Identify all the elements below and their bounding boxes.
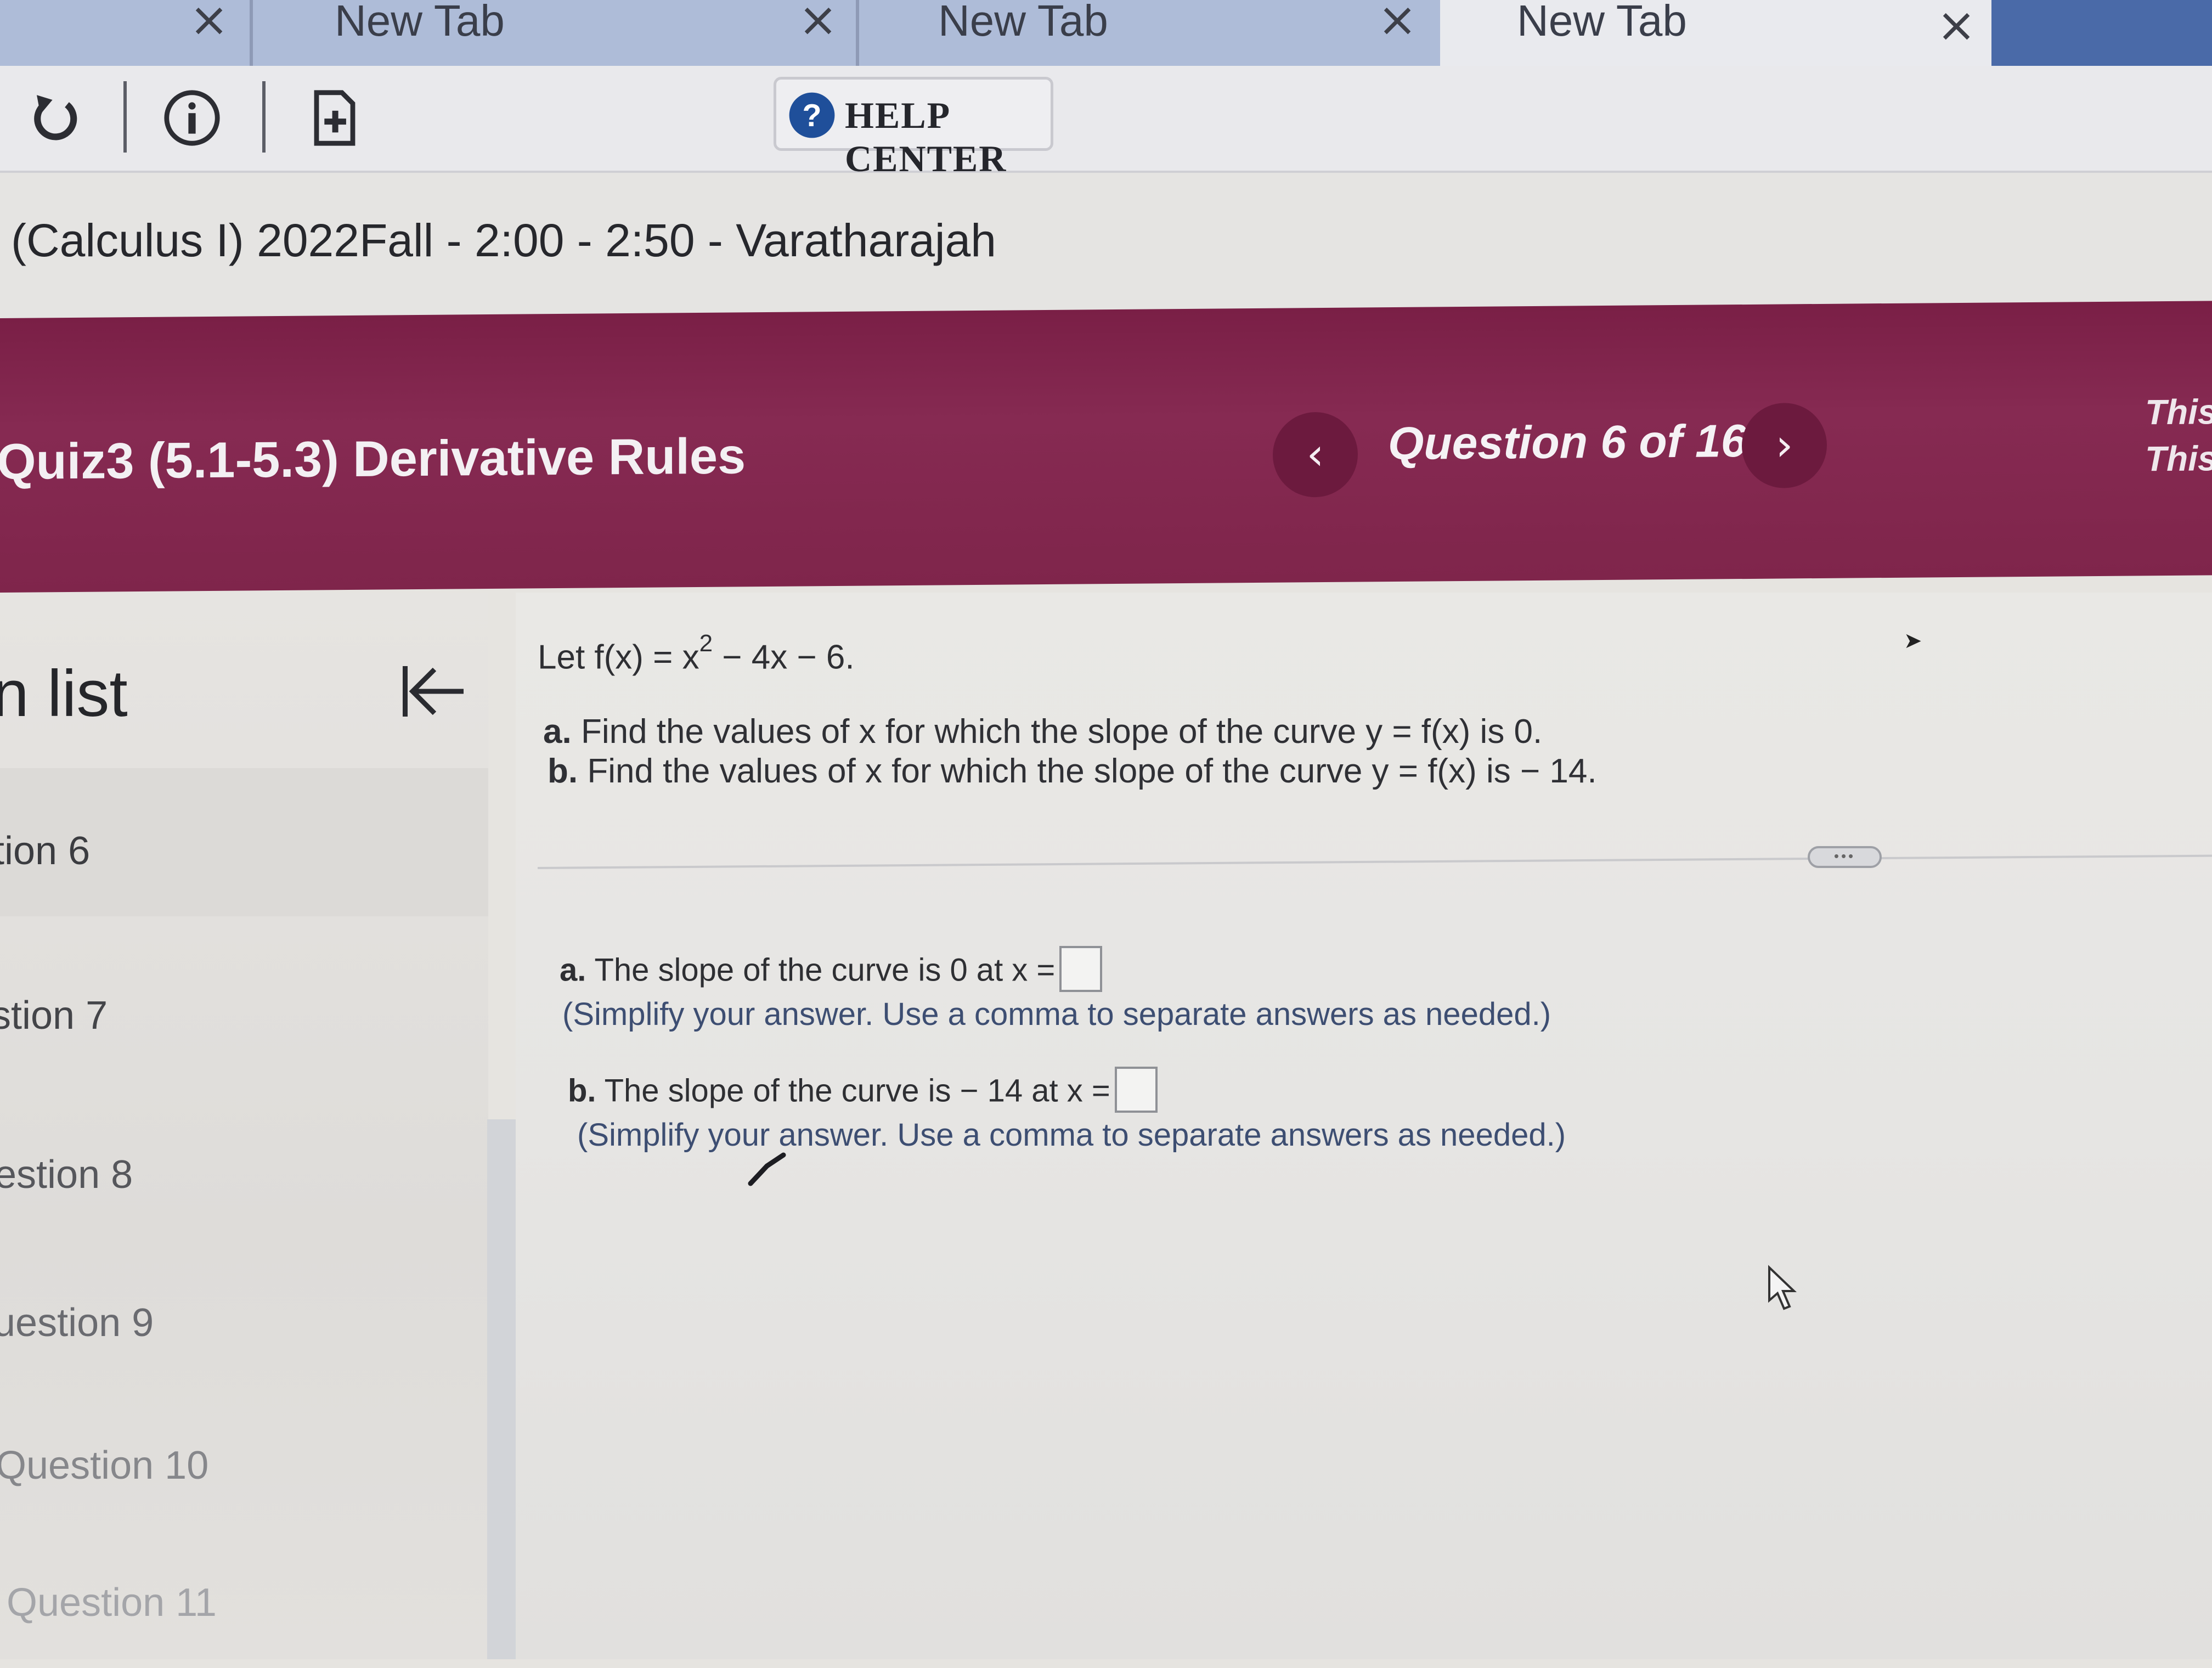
help-center-button[interactable]: ? HELP CENTER bbox=[774, 77, 1053, 179]
sidebar-item-question-11[interactable]: Question 11 bbox=[0, 1520, 488, 1668]
add-page-icon[interactable] bbox=[304, 88, 365, 148]
question-list-heading: n list bbox=[0, 657, 128, 730]
help-center-label: HELP CENTER bbox=[845, 94, 1007, 179]
answer-b-hint: (Simplify your answer. Use a comma to se… bbox=[577, 1117, 1566, 1153]
stem-prefix: Let f(x) = x bbox=[538, 638, 699, 677]
tab-close-icon[interactable]: × bbox=[189, 0, 229, 47]
answer-b-line: b. The slope of the curve is − 14 at x = bbox=[568, 1067, 1158, 1116]
sidebar-item-question-9[interactable]: uestion 9 bbox=[0, 1240, 488, 1388]
sidebar-item-question-10[interactable]: Question 10 bbox=[0, 1383, 488, 1531]
answer-b-text: The slope of the curve is − 14 at x = bbox=[596, 1073, 1110, 1109]
answer-a-line: a. The slope of the curve is 0 at x = bbox=[560, 946, 1103, 995]
toolbar: ? HELP CENTER bbox=[0, 66, 2212, 179]
quiz-title: Quiz3 (5.1-5.3) Derivative Rules bbox=[0, 428, 746, 491]
mouse-pointer-icon bbox=[1768, 1265, 1797, 1310]
prompt-part-a: a. Find the values of x for which the sl… bbox=[543, 712, 1542, 751]
prompt-part-b: b. Find the values of x for which the sl… bbox=[548, 752, 1597, 791]
sidebar-scrollbar[interactable] bbox=[487, 1119, 517, 1659]
stem-exponent: 2 bbox=[699, 630, 713, 657]
answer-b-input[interactable] bbox=[1114, 1067, 1158, 1113]
answer-a-text: The slope of the curve is 0 at x = bbox=[586, 952, 1056, 988]
question-list-sidebar: n list ▲ tion 6 stion 7 estion 8 uestion… bbox=[0, 593, 488, 1659]
sidebar-item-question-7[interactable]: stion 7 bbox=[0, 933, 488, 1081]
previous-question-button[interactable]: ‹ bbox=[1273, 412, 1358, 498]
browser-tab-2[interactable]: New Tab × bbox=[859, 0, 1437, 66]
help-icon: ? bbox=[789, 92, 835, 138]
expand-more-button[interactable]: ••• bbox=[1808, 846, 1882, 868]
chevron-left-icon: ‹ bbox=[1306, 429, 1324, 480]
next-question-button[interactable]: › bbox=[1742, 402, 1827, 489]
info-icon[interactable] bbox=[162, 88, 222, 148]
answer-letter: b. bbox=[568, 1073, 596, 1109]
tab-title: New Tab bbox=[1517, 0, 1687, 45]
help-icon-glyph: ? bbox=[802, 98, 821, 133]
tab-title: New Tab bbox=[335, 0, 505, 45]
question-panel: Let f(x) = x2 − 4x − 6. ➤ a. Find the va… bbox=[516, 593, 2212, 1659]
content-divider bbox=[538, 854, 2212, 869]
refresh-icon[interactable] bbox=[25, 88, 85, 148]
stem-suffix: − 4x − 6. bbox=[713, 638, 855, 677]
tab-close-icon[interactable]: × bbox=[798, 0, 838, 47]
answer-a-hint: (Simplify your answer. Use a comma to se… bbox=[562, 996, 1551, 1032]
sidebar-item-question-6[interactable]: tion 6 bbox=[0, 768, 488, 916]
toolbar-divider bbox=[262, 81, 266, 153]
prompt-letter: b. bbox=[548, 752, 578, 790]
tab-close-icon[interactable]: × bbox=[1937, 0, 1976, 53]
tab-close-icon[interactable]: × bbox=[1378, 0, 1417, 47]
arrow-mark: ➤ bbox=[1904, 629, 1922, 653]
prompt-text: Find the values of x for which the slope… bbox=[571, 713, 1543, 751]
sidebar-item-label: tion 6 bbox=[0, 829, 91, 873]
course-title: (Calculus I) 2022Fall - 2:00 - 2:50 - Va… bbox=[11, 215, 996, 266]
course-header: (Calculus I) 2022Fall - 2:00 - 2:50 - Va… bbox=[0, 173, 2212, 321]
prompt-text: Find the values of x for which the slope… bbox=[578, 752, 1597, 790]
chevron-right-icon: › bbox=[1775, 419, 1793, 471]
side-panel-text: This bbox=[2145, 392, 2212, 432]
quiz-banner: Quiz3 (5.1-5.3) Derivative Rules ‹ Quest… bbox=[0, 301, 2212, 593]
prompt-letter: a. bbox=[543, 713, 572, 751]
sidebar-item-label: Question 10 bbox=[0, 1444, 209, 1487]
sidebar-item-label: uestion 9 bbox=[0, 1301, 154, 1345]
sidebar-item-label: stion 7 bbox=[0, 994, 108, 1038]
browser-tab-3-active[interactable]: New Tab × bbox=[1440, 0, 1991, 66]
sidebar-item-question-8[interactable]: estion 8 bbox=[0, 1092, 488, 1240]
sidebar-item-label: estion 8 bbox=[0, 1153, 133, 1197]
question-stem: Let f(x) = x2 − 4x − 6. bbox=[538, 630, 855, 677]
answer-letter: a. bbox=[560, 952, 586, 988]
answer-a-input[interactable] bbox=[1059, 946, 1103, 992]
browser-tab-strip: × New Tab × New Tab × New Tab × bbox=[0, 0, 2212, 80]
browser-tab-1[interactable]: New Tab × bbox=[252, 0, 856, 66]
toolbar-divider bbox=[123, 81, 127, 153]
collapse-sidebar-icon[interactable] bbox=[395, 658, 466, 724]
pen-cursor-icon bbox=[748, 1152, 786, 1186]
side-panel-text: This bbox=[2145, 438, 2212, 479]
sidebar-item-label: Question 11 bbox=[7, 1581, 217, 1625]
question-counter: Question 6 of 16 bbox=[1388, 414, 1747, 470]
tab-title: New Tab bbox=[938, 0, 1108, 45]
